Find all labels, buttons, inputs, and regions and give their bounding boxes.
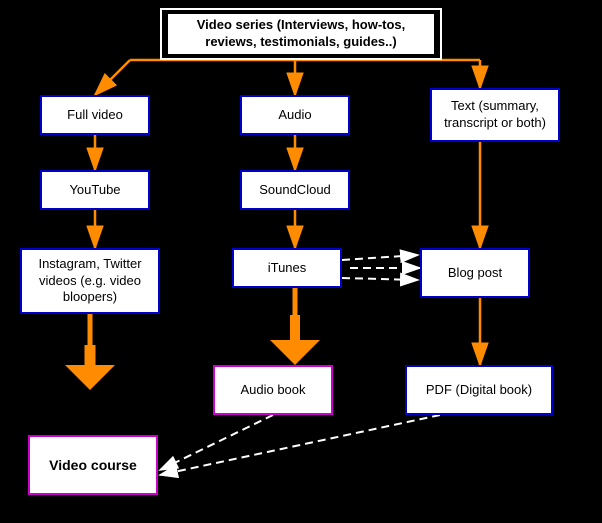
- youtube-node: YouTube: [40, 170, 150, 210]
- instagram-label: Instagram, Twitter videos (e.g. video bl…: [28, 256, 152, 307]
- audio-node: Audio: [240, 95, 350, 135]
- itunes-node: iTunes: [232, 248, 342, 288]
- video-course-label: Video course: [49, 456, 137, 474]
- audio-label: Audio: [278, 107, 311, 124]
- diagram: Video series (Interviews, how-tos, revie…: [0, 0, 602, 523]
- pdf-book-label: PDF (Digital book): [426, 382, 532, 399]
- text-summary-label: Text (summary, transcript or both): [438, 98, 552, 132]
- pdf-book-node: PDF (Digital book): [405, 365, 553, 415]
- blog-post-label: Blog post: [448, 265, 502, 282]
- audio-book-node: Audio book: [213, 365, 333, 415]
- soundcloud-node: SoundCloud: [240, 170, 350, 210]
- soundcloud-label: SoundCloud: [259, 182, 331, 199]
- text-summary-node: Text (summary, transcript or both): [430, 88, 560, 142]
- full-video-node: Full video: [40, 95, 150, 135]
- blog-post-node: Blog post: [420, 248, 530, 298]
- video-series-label: Video series (Interviews, how-tos, revie…: [168, 14, 434, 54]
- itunes-label: iTunes: [268, 260, 307, 277]
- full-video-label: Full video: [67, 107, 123, 124]
- video-series-node: Video series (Interviews, how-tos, revie…: [160, 8, 442, 60]
- youtube-label: YouTube: [69, 182, 120, 199]
- video-course-node: Video course: [28, 435, 158, 495]
- audio-book-label: Audio book: [240, 382, 305, 399]
- instagram-node: Instagram, Twitter videos (e.g. video bl…: [20, 248, 160, 314]
